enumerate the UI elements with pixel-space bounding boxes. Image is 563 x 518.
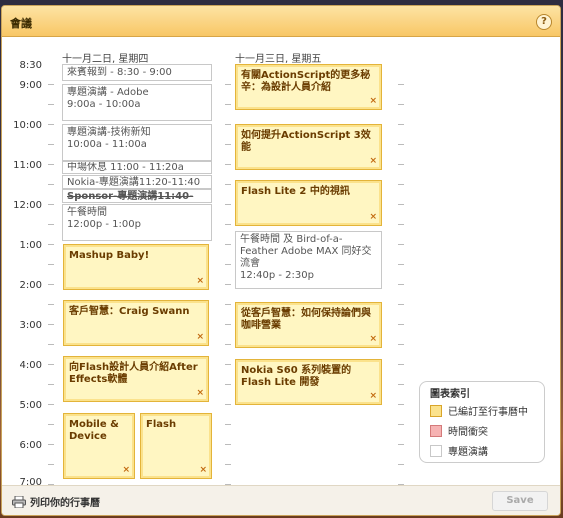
legend-label: 專題演講 (448, 447, 488, 458)
title-bar: 會議 ? (2, 6, 560, 37)
print-label: 列印你的行事曆 (30, 498, 100, 509)
column-separator (48, 68, 54, 485)
remove-icon[interactable]: × (196, 275, 204, 287)
remove-icon[interactable]: × (369, 390, 377, 402)
session-title: Sponsor-專題演講11:40-12:00 (67, 191, 194, 202)
time-label: 12:00 (13, 200, 42, 211)
help-icon[interactable]: ? (536, 14, 552, 30)
remove-icon[interactable]: × (196, 331, 204, 343)
fav-session-nokia-s60[interactable]: Nokia S60 系列裝置的Flash Lite 開發 × (235, 359, 382, 405)
time-label: 10:00 (13, 120, 42, 131)
session-lunch-bof[interactable]: 午餐時間 及 Bird-of-a-Feather Adobe MAX 同好交流會… (235, 231, 382, 289)
printer-icon (12, 495, 26, 509)
session-lunch[interactable]: 午餐時間 12:00p - 1:00p (62, 204, 212, 241)
session-title: 專題演講 - Adobe (67, 87, 149, 98)
column-separator (398, 68, 404, 485)
session-title: 中場休息 11:00 - 11:20a (67, 162, 184, 173)
remove-icon[interactable]: × (369, 155, 377, 167)
session-title: 如何提升ActionScript 3效能 (241, 130, 371, 153)
session-time: 10:00a - 11:00a (67, 139, 147, 150)
session-time: 12:00p - 1:00p (67, 219, 141, 230)
time-label: 8:30 (19, 60, 42, 71)
legend-title: 圖表索引 (430, 389, 470, 400)
time-label: 5:00 (19, 400, 42, 411)
session-title: Mobile & Device (69, 419, 119, 442)
session-keynote-tech[interactable]: 專題演講-技術新知 10:00a - 11:00a (62, 124, 212, 161)
session-title: Flash Lite 2 中的視訊 (241, 186, 350, 197)
fav-session-mashup[interactable]: Mashup Baby! × (63, 244, 209, 290)
fav-session-flash-lite-video[interactable]: Flash Lite 2 中的視訊 × (235, 180, 382, 226)
session-time: 12:40p - 2:30p (240, 270, 314, 281)
meeting-window: 會議 ? 8:30 9:00 10:00 11:00 12:00 1:00 2:… (1, 5, 561, 516)
schedule-area: 8:30 9:00 10:00 11:00 12:00 1:00 2:00 3:… (10, 44, 555, 485)
window-title: 會議 (10, 17, 32, 30)
time-label: 2:00 (19, 280, 42, 291)
fav-session-after-effects[interactable]: 向Flash設計人員介紹After Effects軟體 × (63, 356, 209, 402)
session-title: 午餐時間 (67, 207, 107, 218)
save-button[interactable]: Save (492, 491, 548, 511)
time-label: 7:00 (19, 477, 42, 485)
session-title: 午餐時間 及 Bird-of-a-Feather Adobe MAX 同好交流會 (240, 234, 372, 269)
fav-session-mobile-device[interactable]: Mobile & Device × (63, 413, 135, 479)
remove-icon[interactable]: × (199, 464, 207, 476)
time-label: 6:00 (19, 440, 42, 451)
session-break[interactable]: 中場休息 11:00 - 11:20a (62, 161, 212, 174)
session-title: Nokia-專題演講11:20-11:40 (67, 177, 201, 188)
session-nokia-keynote[interactable]: Nokia-專題演講11:20-11:40 (62, 175, 212, 189)
fav-session-actionscript-secrets[interactable]: 有關ActionScript的更多秘辛：為設計人員介紹 × (235, 64, 382, 110)
legend-item-keynote: 專題演講 (430, 443, 488, 458)
remove-icon[interactable]: × (196, 387, 204, 399)
legend: 圖表索引 已編訂至行事曆中 時間衝突 專題演講 (419, 381, 545, 463)
time-label: 4:00 (19, 360, 42, 371)
remove-icon[interactable]: × (122, 464, 130, 476)
remove-icon[interactable]: × (369, 333, 377, 345)
fav-session-customer-wisdom[interactable]: 從客戶智慧：如何保持論們與咖啡營業 × (235, 302, 382, 348)
fav-session-as3-performance[interactable]: 如何提升ActionScript 3效能 × (235, 124, 382, 170)
footer-bar: 列印你的行事曆 Save (2, 485, 560, 515)
legend-swatch (430, 405, 442, 417)
session-title: 從客戶智慧：如何保持論們與咖啡營業 (241, 308, 371, 331)
time-label: 3:00 (19, 320, 42, 331)
session-keynote-adobe[interactable]: 專題演講 - Adobe 9:00a - 10:00a (62, 84, 212, 121)
column-separator (225, 68, 231, 485)
legend-label: 時間衝突 (448, 427, 488, 438)
session-title: 客戶智慧：Craig Swann (69, 306, 190, 317)
legend-swatch (430, 425, 442, 437)
session-title: Mashup Baby! (69, 250, 150, 261)
time-label: 9:00 (19, 80, 42, 91)
day-header-friday: 十一月三日, 星期五 (235, 54, 322, 65)
session-title: Flash (146, 419, 177, 430)
session-title: 向Flash設計人員介紹After Effects軟體 (69, 362, 198, 385)
legend-item-conflict: 時間衝突 (430, 423, 488, 438)
time-label: 11:00 (13, 160, 42, 171)
legend-label: 已編訂至行事曆中 (448, 407, 528, 418)
day-header-thursday: 十一月二日, 星期四 (62, 54, 149, 65)
fav-session-flash[interactable]: Flash × (140, 413, 212, 479)
session-time: 9:00a - 10:00a (67, 99, 141, 110)
time-label: 1:00 (19, 240, 42, 251)
remove-icon[interactable]: × (369, 211, 377, 223)
print-schedule-link[interactable]: 列印你的行事曆 (12, 494, 100, 509)
fav-session-craig-swann[interactable]: 客戶智慧：Craig Swann × (63, 300, 209, 346)
remove-icon[interactable]: × (369, 95, 377, 107)
session-checkin[interactable]: 來賓報到 - 8:30 - 9:00 (62, 64, 212, 81)
session-title: 專題演講-技術新知 (67, 127, 151, 138)
session-title: 有關ActionScript的更多秘辛：為設計人員介紹 (241, 70, 371, 93)
session-title: Nokia S60 系列裝置的Flash Lite 開發 (241, 365, 352, 388)
session-title: 來賓報到 - 8:30 - 9:00 (67, 67, 172, 78)
session-sponsor-keynote[interactable]: Sponsor-專題演講11:40-12:00 (62, 189, 212, 203)
legend-swatch (430, 445, 442, 457)
legend-item-scheduled: 已編訂至行事曆中 (430, 403, 528, 418)
